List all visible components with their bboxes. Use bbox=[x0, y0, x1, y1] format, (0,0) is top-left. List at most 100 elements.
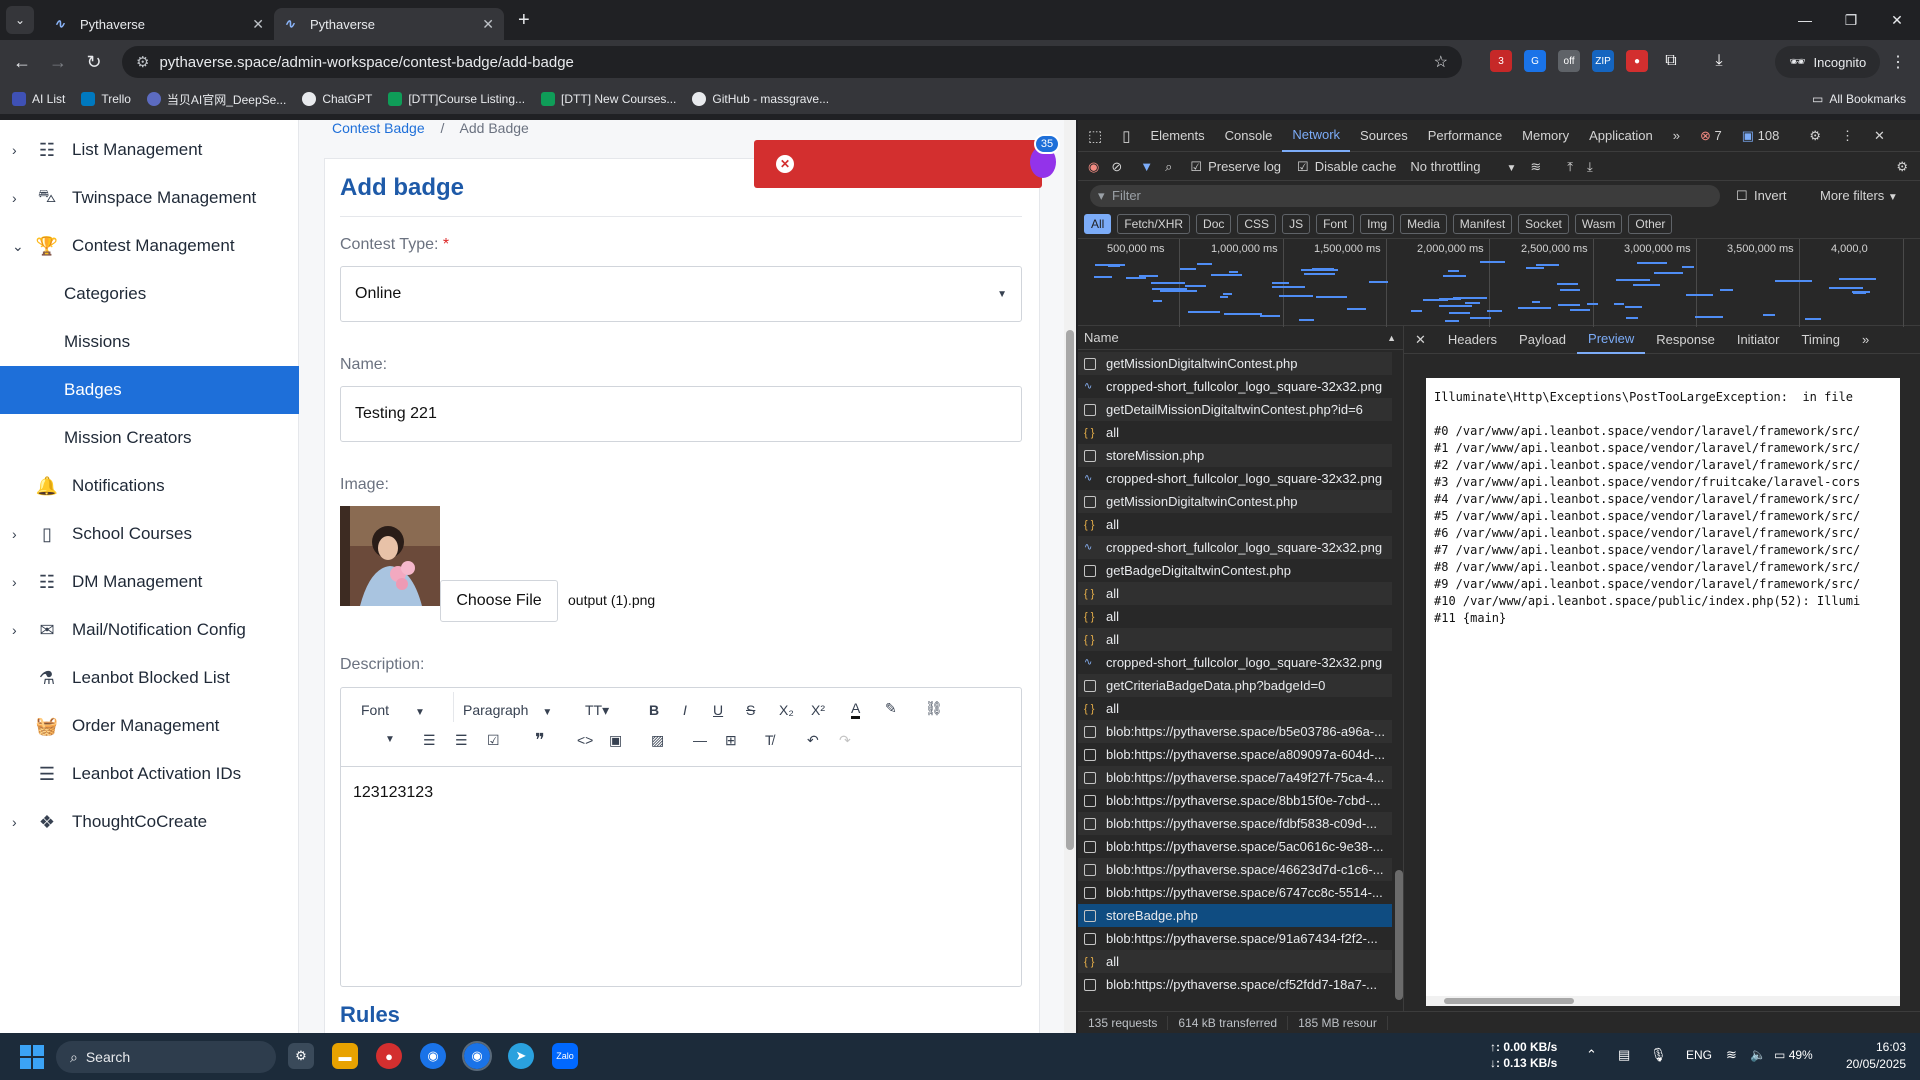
devtools-tab-sources[interactable]: Sources bbox=[1350, 120, 1418, 152]
import-har-icon[interactable]: ⤒ bbox=[1567, 159, 1573, 175]
close-window-button[interactable]: ✕ bbox=[1874, 0, 1920, 40]
filter-input[interactable]: ▾ Filter bbox=[1090, 185, 1720, 207]
code-icon[interactable]: <> bbox=[577, 732, 593, 748]
request-row[interactable]: ∿ cropped-short_fullcolor_logo_square-32x… bbox=[1078, 536, 1392, 559]
sidebar-item-mail-notification-config[interactable]: › ✉ Mail/Notification Config bbox=[0, 606, 299, 654]
bookmark-item[interactable]: Trello bbox=[81, 92, 131, 106]
detail-tab-response[interactable]: Response bbox=[1645, 326, 1726, 354]
todo-list-icon[interactable]: ☑ bbox=[487, 732, 500, 749]
bookmark-item[interactable]: GitHub - massgrave... bbox=[692, 92, 829, 106]
back-button[interactable]: ← bbox=[4, 52, 40, 73]
bulleted-list-icon[interactable]: ☰ bbox=[455, 732, 468, 749]
filter-chip-socket[interactable]: Socket bbox=[1518, 214, 1569, 234]
wifi-icon[interactable]: ≋ bbox=[1726, 1047, 1737, 1063]
message-count[interactable]: ▣ 108 bbox=[1732, 120, 1790, 152]
request-row[interactable]: ∿ cropped-short_fullcolor_logo_square-32x… bbox=[1078, 651, 1392, 674]
request-row[interactable]: { } all bbox=[1078, 513, 1392, 536]
search-icon[interactable]: ⌕ bbox=[1165, 159, 1172, 175]
request-row[interactable]: { } all bbox=[1078, 582, 1392, 605]
minimize-button[interactable]: — bbox=[1782, 0, 1828, 40]
telegram-icon[interactable]: ➤ bbox=[508, 1043, 534, 1069]
text-size-icon[interactable]: TT▾ bbox=[585, 702, 609, 719]
sidebar-item-badges[interactable]: Badges bbox=[0, 366, 299, 414]
request-row[interactable]: blob:https://pythaverse.space/5ac0616c-9… bbox=[1078, 835, 1392, 858]
bookmark-item[interactable]: [DTT] New Courses... bbox=[541, 92, 676, 106]
strikethrough-icon[interactable]: S bbox=[746, 702, 755, 718]
request-row[interactable]: { } all bbox=[1078, 421, 1392, 444]
filter-chip-fetch-xhr[interactable]: Fetch/XHR bbox=[1117, 214, 1191, 234]
error-count[interactable]: ⊗ 7 bbox=[1690, 120, 1732, 152]
contest-type-select[interactable]: Online ▼ bbox=[340, 266, 1022, 322]
taskbar-clock[interactable]: 16:03 20/05/2025 bbox=[1846, 1039, 1906, 1073]
request-row[interactable]: blob:https://pythaverse.space/46623d7d-c… bbox=[1078, 858, 1392, 881]
volume-icon[interactable]: 🔈 bbox=[1750, 1047, 1766, 1063]
sidebar-item-contest-management[interactable]: ⌄ 🏆 Contest Management bbox=[0, 222, 299, 270]
filter-chip-media[interactable]: Media bbox=[1400, 214, 1447, 234]
sidebar-item-leanbot-activation-ids[interactable]: ☰ Leanbot Activation IDs bbox=[0, 750, 299, 798]
code-block-icon[interactable]: ▣ bbox=[609, 732, 622, 749]
devtools-tab-application[interactable]: Application bbox=[1579, 120, 1663, 152]
tray-overflow-chevron-icon[interactable]: ⌃ bbox=[1586, 1047, 1597, 1063]
response-preview[interactable]: Illuminate\Http\Exceptions\PostTooLargeE… bbox=[1426, 378, 1900, 1006]
address-bar[interactable]: ⚙ pythaverse.space/admin-workspace/conte… bbox=[122, 46, 1462, 78]
page-scrollbar[interactable] bbox=[1064, 120, 1076, 1033]
name-input[interactable]: Testing 221 bbox=[340, 386, 1022, 442]
request-row[interactable]: getMissionDigitaltwinContest.php bbox=[1078, 352, 1392, 375]
request-row[interactable]: blob:https://pythaverse.space/cf52fdd7-1… bbox=[1078, 973, 1392, 996]
font-color-icon[interactable]: A bbox=[851, 700, 861, 719]
bookmark-star-icon[interactable]: ☆ bbox=[1434, 52, 1448, 72]
sidebar-item-categories[interactable]: Categories bbox=[0, 270, 299, 318]
battery-indicator[interactable]: ▭ 49% bbox=[1774, 1048, 1813, 1062]
request-row[interactable]: blob:https://pythaverse.space/fdbf5838-c… bbox=[1078, 812, 1392, 835]
bookmark-item[interactable]: ChatGPT bbox=[302, 92, 372, 106]
request-row[interactable]: blob:https://pythaverse.space/b5e03786-a… bbox=[1078, 720, 1392, 743]
sidebar-item-notifications[interactable]: 🔔 Notifications bbox=[0, 462, 299, 510]
font-dropdown[interactable]: Font ▼ bbox=[361, 702, 425, 718]
chrome-incognito-icon[interactable]: ◉ bbox=[462, 1041, 492, 1071]
table-icon[interactable]: ⊞ bbox=[725, 732, 737, 749]
sidebar-item-mission-creators[interactable]: Mission Creators bbox=[0, 414, 299, 462]
redo-icon[interactable]: ↷ bbox=[839, 732, 851, 749]
bookmark-item[interactable]: 当贝AI官网_DeepSe... bbox=[146, 91, 286, 108]
request-row[interactable]: getCriteriaBadgeData.php?badgeId=0 bbox=[1078, 674, 1392, 697]
blockquote-icon[interactable]: ❞ bbox=[535, 730, 545, 751]
undo-icon[interactable]: ↶ bbox=[807, 732, 819, 749]
detail-tab-initiator[interactable]: Initiator bbox=[1726, 326, 1791, 354]
throttling-select[interactable]: No throttling ▼ bbox=[1410, 159, 1516, 174]
sidebar-item-list-management[interactable]: › ☷ List Management bbox=[0, 126, 299, 174]
devtools-menu-icon[interactable]: ⋮ bbox=[1831, 120, 1864, 152]
description-text[interactable]: 123123123 bbox=[353, 784, 433, 802]
chrome-menu-icon[interactable]: ⋮ bbox=[1890, 52, 1906, 72]
tab-search-button[interactable]: ⌄ bbox=[6, 6, 34, 34]
file-explorer-icon[interactable]: ▬ bbox=[332, 1043, 358, 1069]
request-row[interactable]: getMissionDigitaltwinContest.php bbox=[1078, 490, 1392, 513]
filter-icon[interactable]: ▼ bbox=[1140, 159, 1153, 174]
site-info-icon[interactable]: ⚙ bbox=[136, 53, 149, 71]
browser-tab-active[interactable]: ∿ Pythaverse ✕ bbox=[274, 8, 504, 40]
devtools-tab-elements[interactable]: Elements bbox=[1140, 120, 1214, 152]
extension-icon[interactable]: 3 bbox=[1490, 50, 1512, 72]
sidebar-item-school-courses[interactable]: › ▯ School Courses bbox=[0, 510, 299, 558]
filter-chip-css[interactable]: CSS bbox=[1237, 214, 1277, 234]
clear-icon[interactable]: ⊘ bbox=[1111, 159, 1122, 175]
request-row[interactable]: getDetailMissionDigitaltwinContest.php?i… bbox=[1078, 398, 1392, 421]
filter-chip-wasm[interactable]: Wasm bbox=[1574, 214, 1623, 234]
choose-file-button[interactable]: Choose File bbox=[440, 580, 558, 622]
extensions-puzzle-icon[interactable]: ⧉ bbox=[1660, 50, 1682, 72]
microphone-icon[interactable]: 🎙 bbox=[1650, 1047, 1667, 1063]
sidebar-item-dm-management[interactable]: › ☷ DM Management bbox=[0, 558, 299, 606]
close-tab-icon[interactable]: ✕ bbox=[482, 16, 494, 33]
close-devtools-icon[interactable]: ✕ bbox=[1864, 120, 1895, 152]
superscript-icon[interactable]: X² bbox=[811, 702, 825, 718]
request-row[interactable]: { } all bbox=[1078, 628, 1392, 651]
chrome-icon[interactable]: ◉ bbox=[420, 1043, 446, 1069]
request-row[interactable]: blob:https://pythaverse.space/91a67434-f… bbox=[1078, 927, 1392, 950]
error-close-icon[interactable]: ✕ bbox=[776, 155, 794, 173]
recorder-app-icon[interactable]: ● bbox=[376, 1043, 402, 1069]
italic-icon[interactable]: I bbox=[683, 702, 687, 718]
tray-app-icon[interactable]: ▤ bbox=[1618, 1047, 1630, 1063]
insert-image-icon[interactable]: ▨ bbox=[651, 732, 664, 749]
settings-app-icon[interactable]: ⚙ bbox=[288, 1043, 314, 1069]
devtools-tab-console[interactable]: Console bbox=[1215, 120, 1283, 152]
detail-tab-headers[interactable]: Headers bbox=[1437, 326, 1508, 354]
